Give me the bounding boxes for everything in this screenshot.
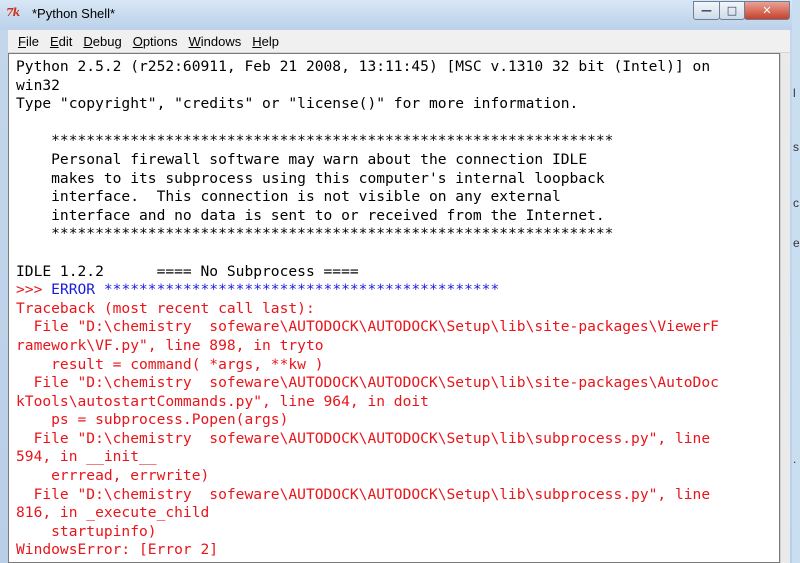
menu-bar: File Edit Debug Options Windows Help bbox=[8, 30, 790, 53]
maximize-icon: □ bbox=[726, 4, 738, 17]
traceback-line: startupinfo) bbox=[16, 522, 157, 540]
background-window-text: c bbox=[793, 196, 799, 210]
shell-line: interface and no data is sent to or rece… bbox=[16, 206, 605, 224]
prompt-line: >>> ERROR ******************************… bbox=[16, 281, 719, 300]
menu-file-mnemonic: F bbox=[18, 33, 26, 49]
menu-help[interactable]: Help bbox=[251, 34, 280, 49]
traceback-line: Traceback (most recent call last): bbox=[16, 299, 315, 317]
idle-version-line: IDLE 1.2.2 ==== No Subprocess ==== bbox=[16, 262, 359, 280]
shell-line bbox=[16, 114, 719, 133]
menu-windows-label: indows bbox=[200, 33, 242, 49]
menu-windows[interactable]: Windows bbox=[188, 34, 243, 49]
windows-error-line: WindowsError: [Error 2] bbox=[16, 541, 219, 559]
menu-options-mnemonic: O bbox=[132, 33, 143, 49]
menu-file-label: ile bbox=[25, 33, 39, 49]
menu-help-mnemonic: H bbox=[252, 33, 262, 49]
title-bar[interactable]: 7k *Python Shell* — □ ✕ bbox=[0, 0, 792, 30]
background-window-text: e bbox=[793, 236, 800, 250]
idle-app-icon[interactable]: 7k bbox=[6, 6, 28, 22]
menu-edit[interactable]: Edit bbox=[49, 34, 73, 49]
background-window-text: . bbox=[793, 452, 797, 466]
traceback-line: result = command( *args, **kw ) bbox=[16, 355, 324, 373]
traceback-line: ramework\VF.py", line 898, in tryto bbox=[16, 336, 324, 354]
shell-line: ****************************************… bbox=[16, 132, 614, 150]
minimize-button[interactable]: — bbox=[693, 1, 720, 20]
menu-options-label: ptions bbox=[142, 33, 178, 49]
shell-output: Python 2.5.2 (r252:60911, Feb 21 2008, 1… bbox=[16, 58, 719, 560]
close-button[interactable]: ✕ bbox=[744, 1, 790, 20]
menu-options[interactable]: Options bbox=[132, 34, 179, 49]
traceback-line: File "D:\chemistry sofeware\AUTODOCK\AUT… bbox=[16, 374, 719, 392]
traceback-line: 816, in _execute_child bbox=[16, 504, 210, 522]
menu-edit-label: dit bbox=[58, 33, 73, 49]
shell-text-area[interactable]: Python 2.5.2 (r252:60911, Feb 21 2008, 1… bbox=[8, 53, 780, 563]
traceback-line: File "D:\chemistry sofeware\AUTODOCK\AUT… bbox=[16, 318, 719, 336]
shell-line: Personal firewall software may warn abou… bbox=[16, 150, 588, 168]
background-window-text: l bbox=[793, 86, 796, 100]
shell-line bbox=[16, 244, 719, 263]
vertical-scrollbar[interactable] bbox=[780, 53, 790, 563]
menu-help-label: elp bbox=[261, 33, 280, 49]
shell-prompt: >>> bbox=[16, 281, 52, 299]
error-banner: ERROR **********************************… bbox=[51, 281, 500, 299]
shell-line: Python 2.5.2 (r252:60911, Feb 21 2008, 1… bbox=[16, 58, 711, 75]
window-title: *Python Shell* bbox=[32, 6, 116, 21]
traceback-line: ps = subprocess.Popen(args) bbox=[16, 411, 289, 429]
traceback-line: kTools\autostartCommands.py", line 964, … bbox=[16, 392, 429, 410]
traceback-line: File "D:\chemistry sofeware\AUTODOCK\AUT… bbox=[16, 485, 711, 503]
menu-edit-mnemonic: E bbox=[49, 33, 59, 49]
menu-debug-label: ebug bbox=[92, 33, 122, 49]
shell-line: interface. This connection is not visibl… bbox=[16, 188, 561, 206]
menu-debug[interactable]: Debug bbox=[82, 34, 122, 49]
shell-line: win32 bbox=[16, 76, 60, 94]
window-controls: — □ ✕ bbox=[693, 1, 790, 21]
desktop-edge bbox=[792, 0, 800, 563]
maximize-button[interactable]: □ bbox=[719, 1, 745, 20]
idle-logo-text: 7k bbox=[6, 6, 20, 19]
menu-debug-mnemonic: D bbox=[83, 33, 93, 49]
traceback-line: errread, errwrite) bbox=[16, 467, 210, 485]
shell-line: makes to its subprocess using this compu… bbox=[16, 169, 605, 187]
python-shell-window: 7k *Python Shell* — □ ✕ File Edit Debug … bbox=[0, 0, 793, 563]
menu-windows-mnemonic: W bbox=[188, 33, 201, 49]
menu-file[interactable]: File bbox=[17, 34, 40, 49]
close-icon: ✕ bbox=[762, 4, 772, 17]
background-window-text: s bbox=[793, 140, 799, 154]
minimize-icon: — bbox=[701, 4, 712, 17]
shell-line: Type "copyright", "credits" or "license(… bbox=[16, 95, 579, 113]
traceback-line: File "D:\chemistry sofeware\AUTODOCK\AUT… bbox=[16, 429, 711, 447]
shell-line: ****************************************… bbox=[16, 225, 614, 243]
traceback-line: 594, in __init__ bbox=[16, 448, 157, 466]
